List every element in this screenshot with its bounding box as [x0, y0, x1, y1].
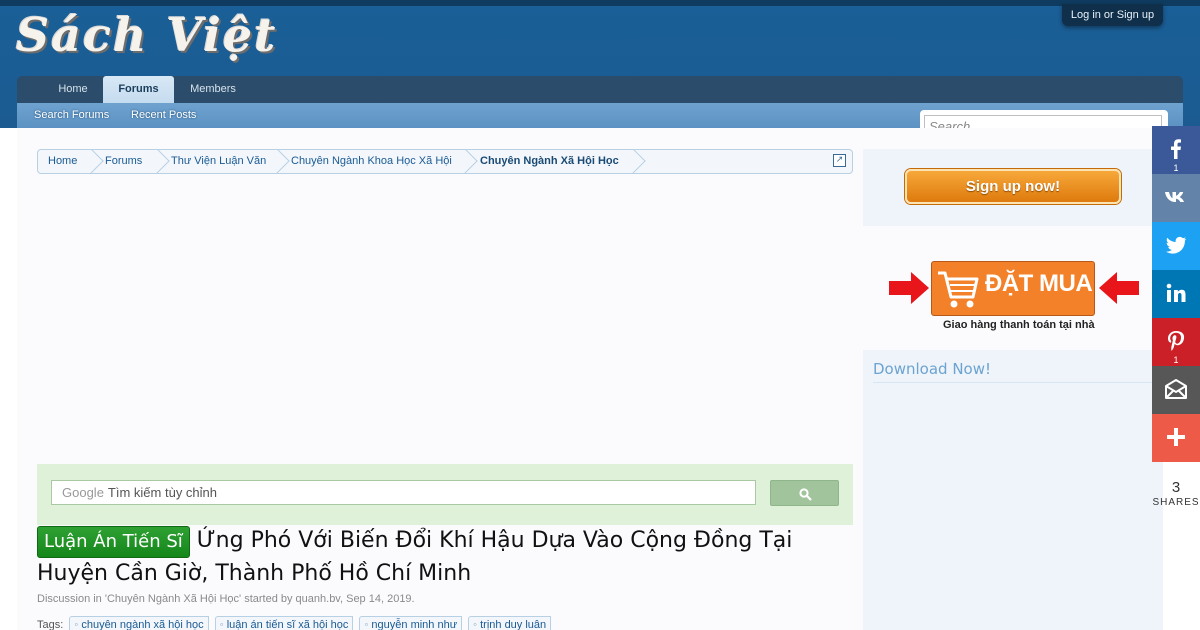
vk-share-button[interactable]	[1152, 174, 1200, 222]
custom-search-placeholder: Tìm kiếm tùy chỉnh	[107, 485, 218, 500]
subnav-search-forums[interactable]: Search Forums	[34, 103, 109, 127]
share-total-count: 3	[1171, 479, 1181, 496]
breadcrumb-khoa-hoc-xa-hoi[interactable]: Chuyên Ngành Khoa Học Xã Hội	[291, 150, 452, 173]
tab-forums[interactable]: Forums	[103, 76, 174, 104]
pinterest-icon	[1168, 331, 1185, 351]
search-icon	[799, 488, 812, 501]
breadcrumb: Home Forums Thư Viện Luận Văn Chuyên Ngà…	[37, 149, 853, 174]
tab-home[interactable]: Home	[49, 76, 97, 103]
arrow-right-icon	[889, 272, 929, 304]
pinterest-share-button[interactable]: 1	[1152, 318, 1200, 366]
download-now-heading: Download Now!	[873, 360, 992, 378]
share-total: 3 SHARES	[1152, 479, 1200, 508]
tab-members[interactable]: Members	[183, 76, 243, 103]
facebook-share-button[interactable]: 1	[1152, 126, 1200, 174]
breadcrumb-forums[interactable]: Forums	[105, 150, 142, 173]
thread-tags: Tags: chuyên ngành xã hội học luận án ti…	[37, 616, 552, 630]
site-logo[interactable]: Sách Việt	[16, 8, 277, 62]
order-subtext: Giao hàng thanh toán tại nhà	[943, 319, 1095, 331]
breadcrumb-xa-hoi-hoc[interactable]: Chuyên Ngành Xã Hội Học	[480, 150, 619, 173]
vk-icon	[1165, 192, 1184, 202]
jump-menu-icon[interactable]: ↗	[833, 154, 846, 167]
subnav-recent-posts[interactable]: Recent Posts	[131, 103, 196, 127]
custom-search-button[interactable]	[770, 480, 839, 506]
twitter-icon	[1166, 236, 1186, 254]
arrow-left-icon	[1099, 272, 1139, 304]
breadcrumb-separator	[154, 150, 166, 173]
signup-now-button[interactable]: Sign up now!	[905, 169, 1121, 204]
breadcrumb-thu-vien[interactable]: Thư Viện Luận Văn	[171, 150, 266, 173]
thread-prefix-badge[interactable]: Luận Án Tiến Sĩ	[37, 526, 190, 558]
facebook-icon	[1171, 139, 1181, 159]
breadcrumb-home[interactable]: Home	[48, 150, 77, 173]
order-banner[interactable]: ĐẶT MUA Giao hàng thanh toán tại nhà	[885, 258, 1140, 338]
breadcrumb-separator	[630, 150, 642, 173]
email-share-button[interactable]	[1152, 366, 1200, 414]
thread-meta: Discussion in 'Chuyên Ngành Xã Hội Học' …	[37, 593, 415, 605]
more-share-button[interactable]	[1152, 414, 1200, 462]
plus-icon	[1167, 428, 1185, 446]
tag-item[interactable]: luận án tiến sĩ xã hội học	[214, 616, 354, 630]
tag-item[interactable]: chuyên ngành xã hội học	[69, 616, 209, 630]
sidebar-download-block	[863, 350, 1163, 630]
download-divider	[873, 382, 1155, 383]
pinterest-share-count: 1	[1173, 355, 1179, 365]
twitter-share-button[interactable]	[1152, 222, 1200, 270]
breadcrumb-separator	[88, 150, 100, 173]
breadcrumb-separator	[462, 150, 474, 173]
breadcrumb-separator	[274, 150, 286, 173]
main-navbar: Home Forums Members	[17, 76, 1183, 104]
linkedin-share-button[interactable]	[1152, 270, 1200, 318]
login-signup-button[interactable]: Log in or Sign up	[1062, 4, 1163, 26]
custom-search-input[interactable]: Google Tìm kiếm tùy chỉnh	[51, 480, 756, 505]
tag-item[interactable]: trịnh duy luân	[468, 616, 552, 630]
share-total-label: SHARES	[1152, 497, 1200, 508]
share-bar: 1 1	[1152, 126, 1200, 462]
tags-label: Tags:	[37, 619, 64, 630]
email-icon	[1165, 379, 1187, 399]
tag-item[interactable]: nguyễn minh như	[359, 616, 463, 630]
order-label: ĐẶT MUA	[985, 270, 1093, 297]
linkedin-icon	[1166, 283, 1186, 302]
google-brand-label: Google	[62, 485, 104, 500]
shopping-cart-icon	[938, 271, 979, 308]
facebook-share-count: 1	[1173, 163, 1179, 173]
thread-title: Luận Án Tiến Sĩ Ứng Phó Với Biến Đổi Khí…	[37, 525, 827, 589]
